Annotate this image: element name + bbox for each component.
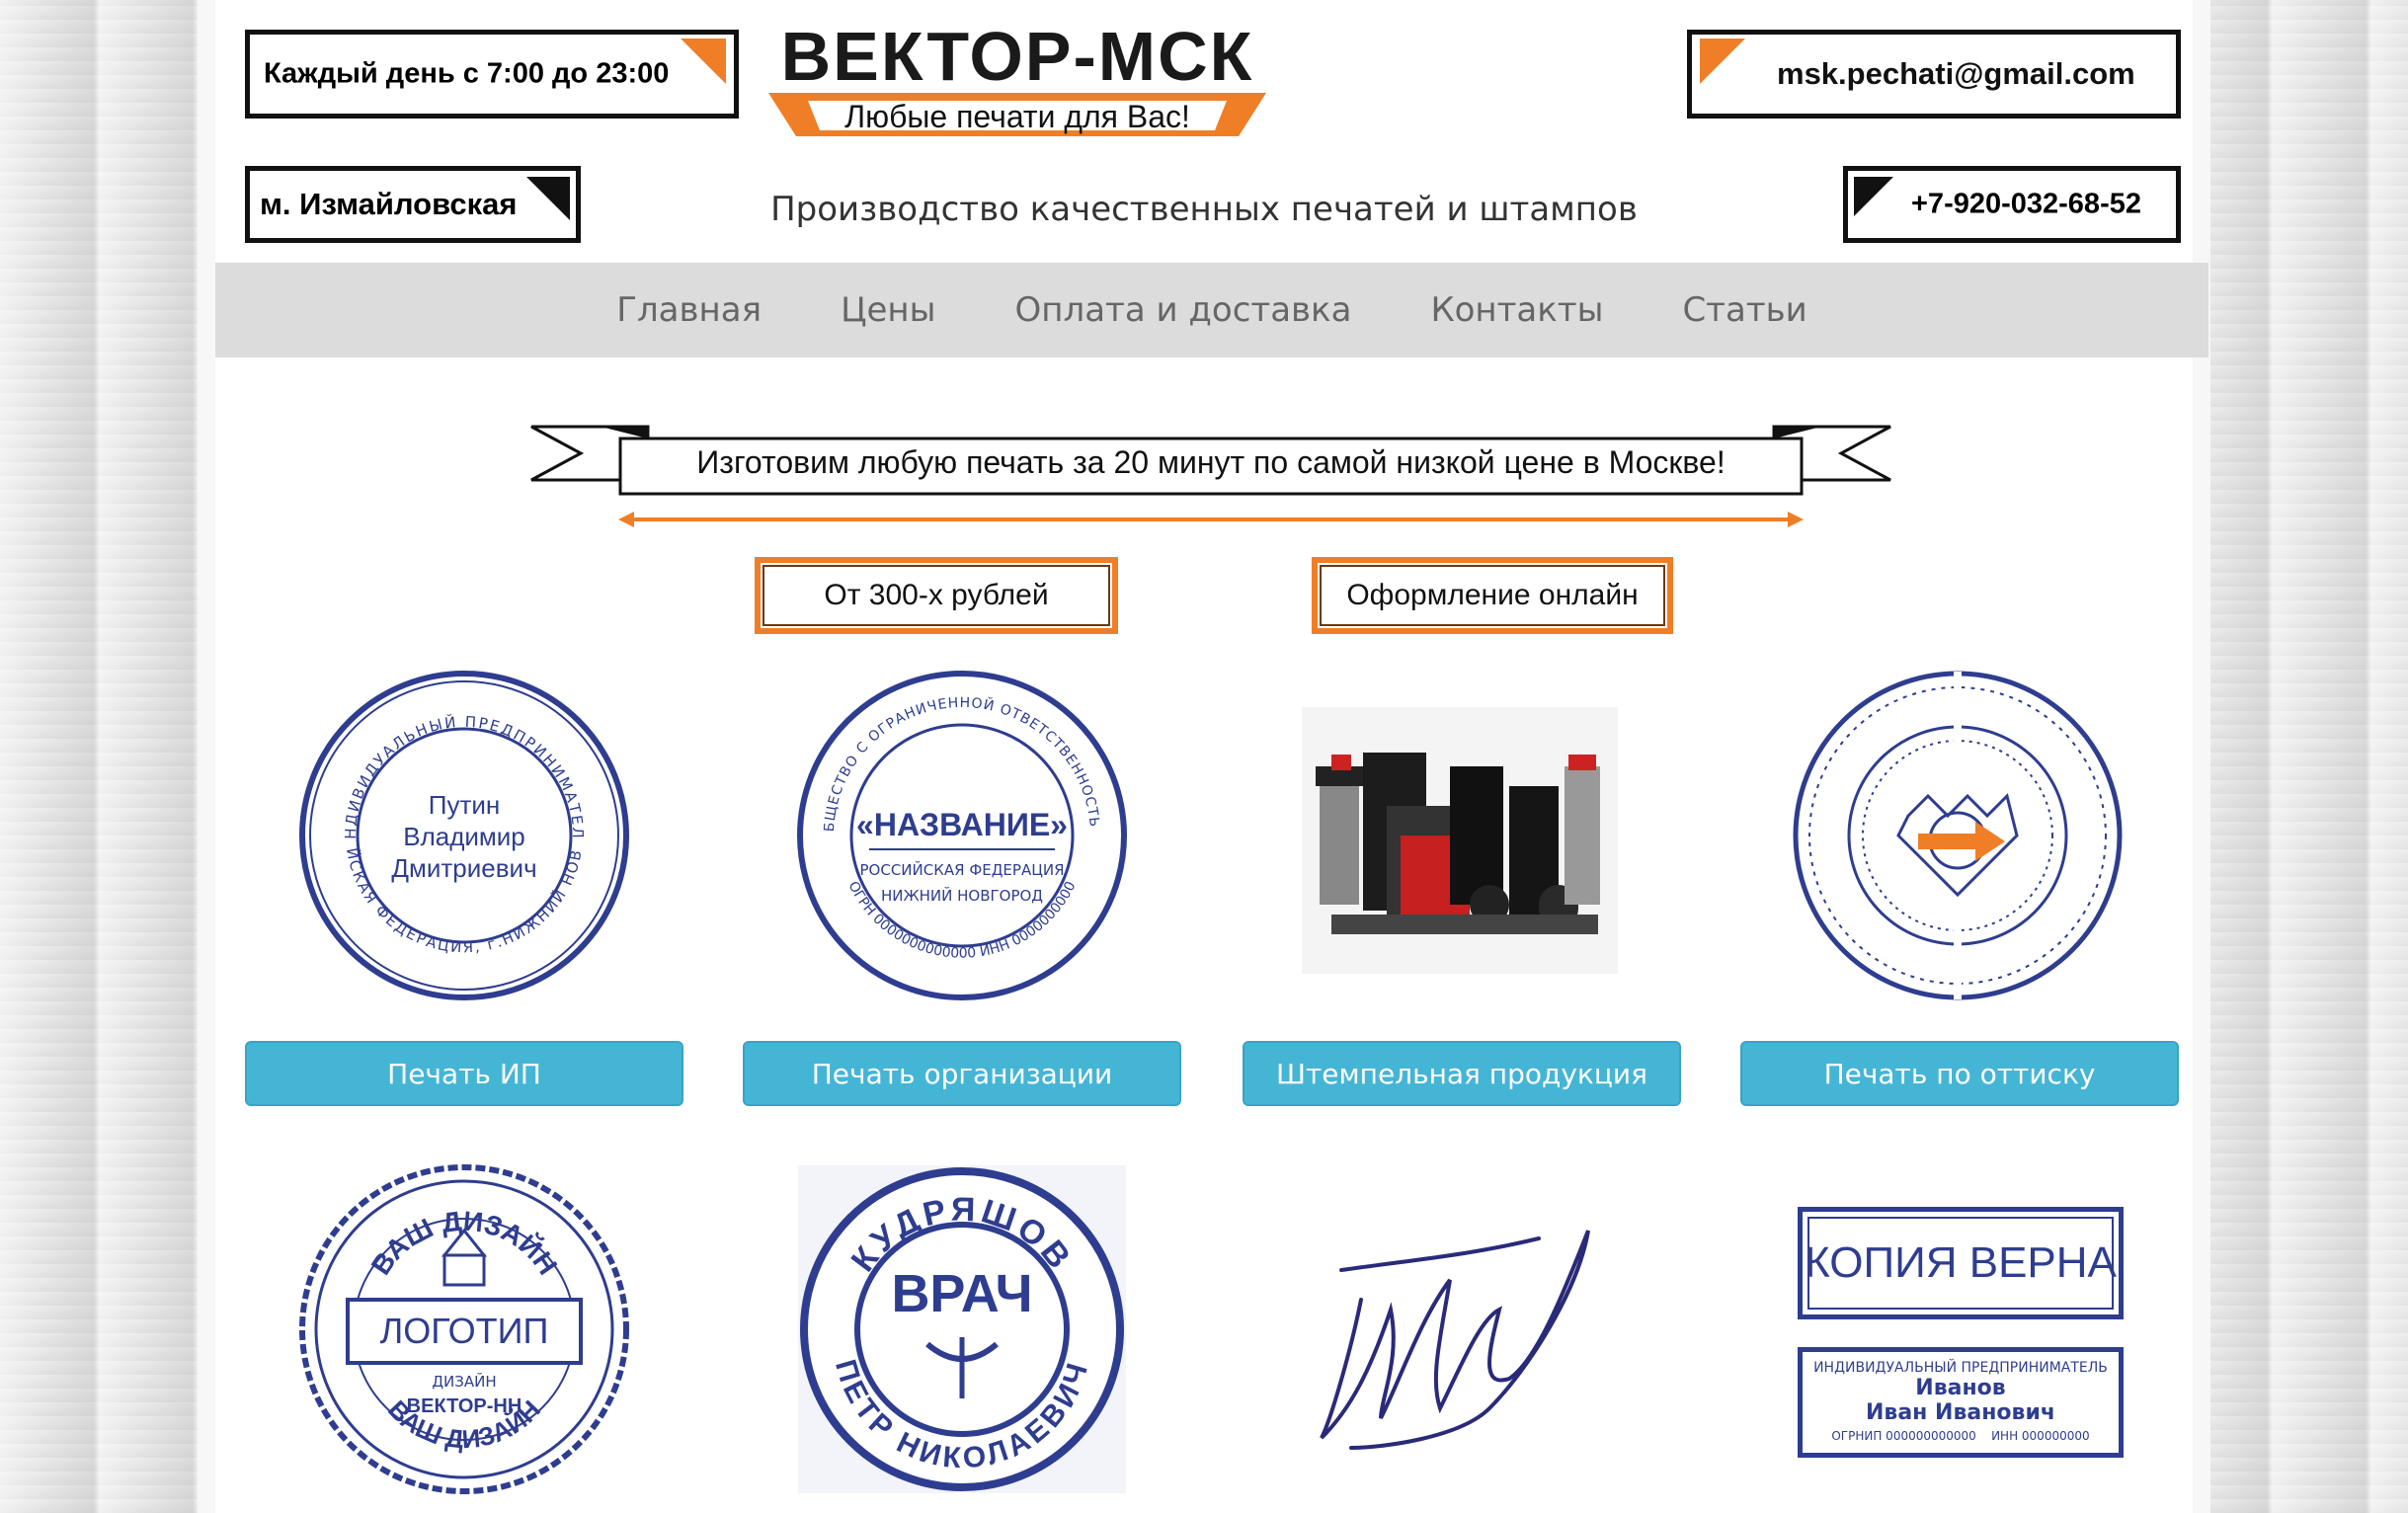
org-stamp-image[interactable]: ОБЩЕСТВО С ОГРАНИЧЕННОЙ ОТВЕТСТВЕННОСТЬЮ… bbox=[794, 668, 1130, 1003]
email-link[interactable]: msk.pechati@gmail.com bbox=[1777, 56, 2135, 92]
product-ip-button[interactable]: Печать ИП bbox=[245, 1041, 683, 1106]
product-org-button[interactable]: Печать организации bbox=[743, 1041, 1181, 1106]
nav-prices[interactable]: Цены bbox=[841, 290, 935, 330]
hours-text: Каждый день с 7:00 до 23:00 bbox=[264, 57, 670, 90]
ip-rect-inn: ИНН 000000000 bbox=[1991, 1429, 2090, 1443]
nav-payment-delivery[interactable]: Оплата и доставка bbox=[1014, 290, 1351, 330]
hours-box: Каждый день с 7:00 до 23:00 bbox=[245, 30, 739, 119]
price-badge: От 300-х рублей bbox=[755, 557, 1118, 634]
copy-verified-text: КОПИЯ ВЕРНА bbox=[1805, 1238, 2117, 1287]
orange-corner-icon bbox=[681, 39, 726, 84]
svg-text:Дмитриевич: Дмитриевич bbox=[391, 853, 536, 883]
ip-rect-ids: ОГРНИП 000000000000 ИНН 000000000 bbox=[1803, 1429, 2119, 1443]
nav-contacts[interactable]: Контакты bbox=[1430, 290, 1603, 330]
nav-articles[interactable]: Статьи bbox=[1682, 290, 1806, 330]
logo-subtitle: Любые печати для Вас! bbox=[844, 99, 1190, 134]
ip-rect-name1: Иванов bbox=[1915, 1376, 2006, 1400]
svg-text:Путин: Путин bbox=[429, 790, 500, 820]
logo-stamp-image[interactable]: ВАШ ДИЗАЙН ВАШ ДИЗАЙН ЛОГОТИП ДИЗАЙН ВЕК… bbox=[296, 1161, 632, 1497]
copy-stamp-image[interactable] bbox=[1790, 668, 2126, 1003]
svg-text:ВРАЧ: ВРАЧ bbox=[891, 1264, 1032, 1323]
promo-text: Изготовим любую печать за 20 минут по са… bbox=[696, 444, 1726, 480]
ip-rect-ogrnip: ОГРНИП 000000000000 bbox=[1831, 1429, 1976, 1443]
ip-stamp-image[interactable]: ИНДИВИДУАЛЬНЫЙ ПРЕДПРИНИМАТЕЛЬ РОССИЙСКА… bbox=[296, 668, 632, 1003]
ip-rect-name2: Иван Иванович bbox=[1866, 1400, 2055, 1425]
svg-text:ДИЗАЙН: ДИЗАЙН bbox=[432, 1372, 496, 1391]
ip-rect-stamp[interactable]: ИНДИВИДУАЛЬНЫЙ ПРЕДПРИНИМАТЕЛЬ Иванов Ив… bbox=[1798, 1347, 2124, 1458]
doctor-stamp-image[interactable]: КУДРЯШОВ ПЕТР НИКОЛАЕВИЧ ВРАЧ bbox=[794, 1161, 1130, 1497]
tagline: Производство качественных печатей и штам… bbox=[770, 190, 1638, 229]
svg-text:Владимир: Владимир bbox=[403, 822, 525, 851]
product-copy-button[interactable]: Печать по оттиску bbox=[1740, 1041, 2179, 1106]
site-logo[interactable]: ВЕКТОР-МСК Любые печати для Вас! bbox=[768, 22, 1266, 140]
main-nav: Главная Цены Оплата и доставка Контакты … bbox=[215, 263, 2208, 358]
product-stamp-supplies-button[interactable]: Штемпельная продукция bbox=[1243, 1041, 1681, 1106]
svg-text:ВЕКТОР-НН: ВЕКТОР-НН bbox=[407, 1395, 522, 1417]
svg-text:ЛОГОТИП: ЛОГОТИП bbox=[380, 1311, 549, 1351]
orange-corner-icon bbox=[1700, 39, 1745, 84]
svg-text:НИЖНИЙ НОВГОРОД: НИЖНИЙ НОВГОРОД bbox=[881, 886, 1043, 905]
ip-rect-title: ИНДИВИДУАЛЬНЫЙ ПРЕДПРИНИМАТЕЛЬ bbox=[1813, 1360, 2108, 1376]
svg-text:«НАЗВАНИЕ»: «НАЗВАНИЕ» bbox=[856, 807, 1068, 842]
svg-text:ВАШ ДИЗАЙН: ВАШ ДИЗАЙН bbox=[365, 1206, 563, 1281]
stamp-products-image[interactable] bbox=[1292, 668, 1628, 1003]
nav-home[interactable]: Главная bbox=[616, 290, 762, 330]
copy-verified-stamp[interactable]: КОПИЯ ВЕРНА bbox=[1798, 1207, 2124, 1319]
online-order-badge[interactable]: Оформление онлайн bbox=[1312, 557, 1673, 634]
svg-text:РОССИЙСКАЯ ФЕДЕРАЦИЯ: РОССИЙСКАЯ ФЕДЕРАЦИЯ bbox=[860, 860, 1065, 879]
signature-facsimile-image[interactable] bbox=[1292, 1161, 1628, 1497]
email-box[interactable]: msk.pechati@gmail.com bbox=[1687, 30, 2181, 119]
logo-title: ВЕКТОР-МСК bbox=[780, 18, 1254, 95]
